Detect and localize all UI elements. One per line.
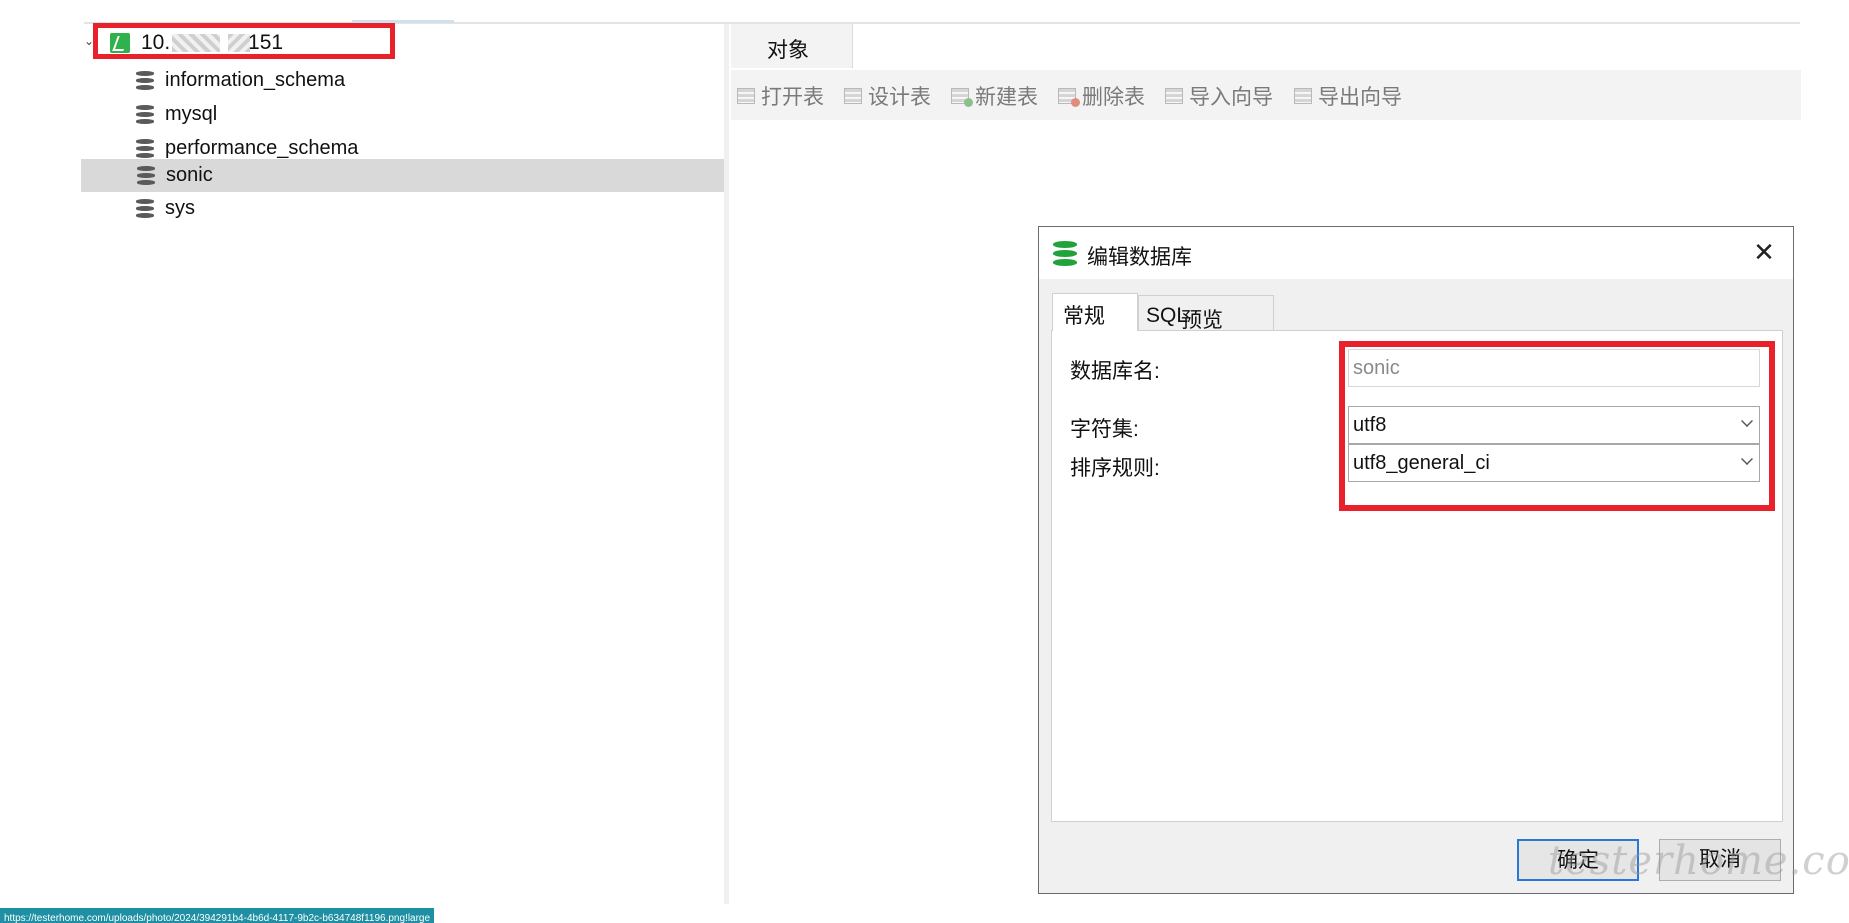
connection-tree: ⌄ 10. .151 information_schema mysql perfo… — [80, 23, 726, 908]
tree-item-sonic[interactable]: sonic — [81, 159, 726, 192]
database-icon — [136, 71, 154, 90]
tree-item-label: performance_schema — [165, 137, 359, 159]
general-panel: 数据库名: sonic 字符集: utf8 排序规则: utf8_general… — [1051, 330, 1783, 822]
dialog-titlebar[interactable]: 编辑数据库 ✕ — [1039, 227, 1793, 279]
object-tabbar: 对象 — [731, 24, 1801, 68]
delete-table-button[interactable]: 删除表 — [1058, 83, 1145, 109]
tree-item-label: sys — [165, 197, 195, 219]
design-table-button[interactable]: 设计表 — [844, 83, 931, 109]
database-icon — [137, 166, 155, 185]
tree-item-label: information_schema — [165, 69, 346, 91]
delete-table-icon — [1058, 88, 1080, 107]
watermark: testerhome.com — [1548, 838, 1849, 884]
export-wizard-button[interactable]: 导出向导 — [1294, 83, 1402, 109]
import-wizard-button[interactable]: 导入向导 — [1165, 83, 1273, 109]
design-table-icon — [844, 88, 862, 104]
pane-splitter[interactable] — [724, 24, 729, 904]
tab-sql-preview[interactable]: SQL 预览 — [1138, 295, 1274, 332]
export-wizard-icon — [1294, 88, 1312, 104]
database-icon — [136, 199, 154, 218]
database-icon — [136, 105, 154, 124]
close-icon[interactable]: ✕ — [1749, 237, 1779, 267]
charset-label: 字符集: — [1070, 418, 1139, 441]
edit-database-dialog: 编辑数据库 ✕ 常规 SQL 预览 数据库名: sonic 字符集: utf8 排… — [1038, 226, 1794, 894]
tree-item-mysql[interactable]: mysql — [80, 98, 725, 131]
highlight-box — [93, 23, 395, 59]
tree-item-label: sonic — [166, 164, 213, 186]
connection-node[interactable]: ⌄ 10. .151 — [80, 23, 720, 59]
database-icon — [136, 139, 154, 158]
import-wizard-icon — [1165, 88, 1183, 104]
new-table-button[interactable]: 新建表 — [951, 83, 1038, 109]
tree-item-label: mysql — [165, 103, 218, 125]
highlight-box — [1339, 341, 1775, 511]
tree-item-information-schema[interactable]: information_schema — [80, 64, 725, 97]
tab-objects[interactable]: 对象 — [731, 24, 851, 68]
dialog-title: 编辑数据库 — [1087, 246, 1192, 269]
open-table-icon — [737, 88, 755, 104]
object-toolbar: 打开表 设计表 新建表 删除表 导入向导 导出向导 — [731, 70, 1801, 120]
tree-item-sys[interactable]: sys — [80, 192, 725, 225]
tab-content-strip — [852, 24, 1801, 68]
collation-label: 排序规则: — [1070, 457, 1160, 480]
open-table-button[interactable]: 打开表 — [737, 83, 824, 109]
db-name-label: 数据库名: — [1070, 360, 1160, 383]
new-table-icon — [951, 88, 973, 107]
tab-general[interactable]: 常规 — [1052, 293, 1138, 331]
link-status-bar: https://testerhome.com/uploads/photo/202… — [0, 908, 435, 923]
database-icon — [1053, 241, 1077, 267]
